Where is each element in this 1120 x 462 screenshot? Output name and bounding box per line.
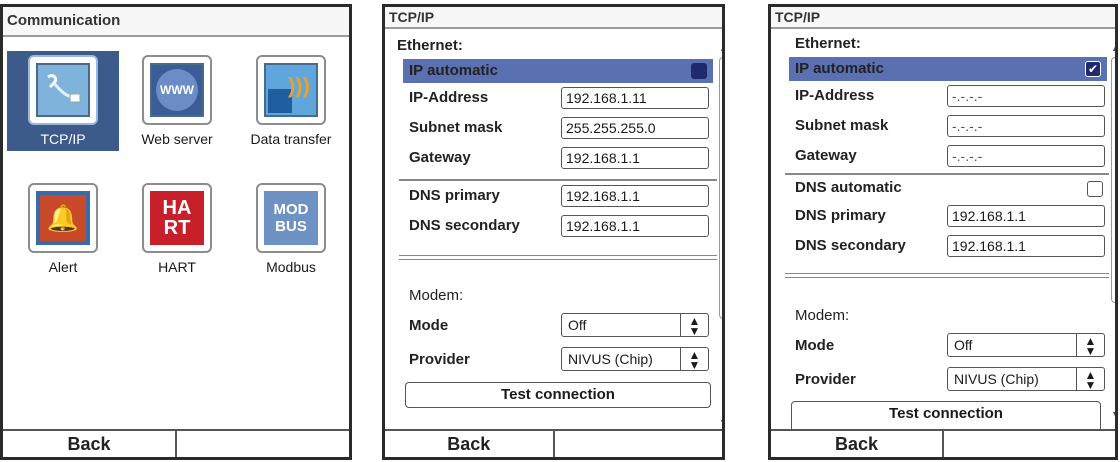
mode-label: Mode (409, 317, 449, 334)
tile-alert[interactable]: 🔔 Alert (7, 183, 119, 275)
dns-automatic-label: DNS automatic (795, 179, 902, 196)
tcpip-screen-automatic: TCP/IP Ethernet: IP automatic ✔ IP-Addre… (768, 4, 1118, 460)
provider-label: Provider (409, 351, 470, 368)
scroll-up-icon[interactable]: ▲ (1111, 43, 1115, 53)
screen-title: TCP/IP (771, 7, 1115, 29)
scrollbar[interactable] (719, 57, 722, 319)
divider (399, 255, 717, 260)
dns-secondary-label: DNS secondary (795, 237, 906, 254)
divider (399, 179, 717, 181)
footer-right-button[interactable] (175, 431, 349, 457)
gateway-field[interactable]: -.-.-.- (947, 145, 1105, 167)
dns-primary-label: DNS primary (409, 187, 500, 204)
gateway-label: Gateway (795, 147, 857, 164)
tile-modbus[interactable]: MOD BUS Modbus (235, 183, 347, 275)
dns-primary-field[interactable]: 192.168.1.1 (561, 185, 709, 207)
dns-secondary-field[interactable]: 192.168.1.1 (561, 215, 709, 237)
screen-title: Communication (3, 7, 349, 37)
ip-address-field[interactable]: -.-.-.- (947, 85, 1105, 107)
ip-address-field[interactable]: 192.168.1.11 (561, 87, 709, 109)
divider (785, 273, 1109, 278)
scroll-up-icon[interactable]: ▲ (719, 43, 722, 53)
dns-secondary-label: DNS secondary (409, 217, 520, 234)
tile-label: Data transfer (250, 131, 332, 147)
tile-tcpip[interactable]: TCP/IP (7, 51, 119, 151)
tile-label: Modbus (266, 259, 316, 275)
dns-primary-label: DNS primary (795, 207, 886, 224)
provider-select[interactable]: NIVUS (Chip) ▲ ▼ (947, 367, 1105, 391)
tile-web-server[interactable]: WWW Web server (121, 55, 233, 147)
gateway-field[interactable]: 192.168.1.1 (561, 147, 709, 169)
subnet-mask-field[interactable]: -.-.-.- (947, 115, 1105, 137)
ip-automatic-label: IP automatic (409, 62, 498, 79)
ip-automatic-label: IP automatic (795, 60, 884, 77)
scroll-down-icon[interactable]: ▼ (1111, 409, 1115, 419)
test-connection-button[interactable]: Test connection (405, 382, 711, 408)
provider-label: Provider (795, 371, 856, 388)
footer-right-button[interactable] (942, 431, 1115, 457)
modbus-logo-icon: MOD BUS (264, 191, 318, 245)
updown-arrow-icon: ▲ ▼ (680, 314, 708, 337)
tile-label: TCP/IP (40, 131, 86, 147)
scroll-down-icon[interactable]: ▼ (719, 417, 722, 427)
back-button[interactable]: Back (771, 431, 942, 457)
updown-arrow-icon: ▲ ▼ (1076, 368, 1104, 391)
footer-right-button[interactable] (552, 431, 723, 457)
subnet-mask-label: Subnet mask (409, 119, 503, 136)
gateway-label: Gateway (409, 149, 471, 166)
alert-bell-icon: 🔔 (36, 191, 90, 245)
screen-title: TCP/IP (385, 7, 722, 29)
ip-automatic-checkbox[interactable] (691, 63, 707, 79)
section-modem: Modem: (409, 287, 464, 304)
dns-automatic-checkbox[interactable] (1087, 181, 1103, 197)
ip-address-label: IP-Address (795, 87, 875, 104)
tile-label: Alert (48, 259, 78, 275)
mode-select[interactable]: Off ▲ ▼ (947, 333, 1105, 357)
network-cable-icon (36, 63, 90, 117)
dns-secondary-field[interactable]: 192.168.1.1 (947, 235, 1105, 257)
tile-hart[interactable]: HA RT HART (121, 183, 233, 275)
footer-bar: Back (771, 429, 1115, 457)
mode-select[interactable]: Off ▲ ▼ (561, 313, 709, 337)
mode-label: Mode (795, 337, 835, 354)
subnet-mask-field[interactable]: 255.255.255.0 (561, 117, 709, 139)
divider (785, 173, 1109, 175)
scrollbar[interactable] (1111, 57, 1115, 303)
ip-address-label: IP-Address (409, 89, 489, 106)
back-button[interactable]: Back (385, 431, 553, 457)
communication-screen: Communication TCP/IP WWW Web server ))) … (0, 4, 352, 460)
hart-logo-icon: HA RT (150, 191, 204, 245)
updown-arrow-icon: ▲ ▼ (680, 348, 708, 371)
tcpip-screen-manual: TCP/IP Ethernet: IP automatic IP-Address… (382, 4, 725, 460)
section-modem: Modem: (795, 307, 850, 324)
ip-automatic-checkbox[interactable]: ✔ (1085, 61, 1101, 77)
tile-label: HART (158, 259, 196, 275)
footer-bar: Back (385, 429, 722, 457)
section-ethernet: Ethernet: (795, 35, 861, 52)
subnet-mask-label: Subnet mask (795, 117, 889, 134)
back-button[interactable]: Back (3, 431, 175, 457)
footer-bar: Back (3, 429, 349, 457)
section-ethernet: Ethernet: (397, 37, 463, 54)
data-transfer-icon: ))) (264, 63, 318, 117)
www-globe-icon: WWW (150, 63, 204, 117)
updown-arrow-icon: ▲ ▼ (1076, 334, 1104, 357)
provider-select[interactable]: NIVUS (Chip) ▲ ▼ (561, 347, 709, 371)
tile-label: Web server (141, 131, 213, 147)
dns-primary-field[interactable]: 192.168.1.1 (947, 205, 1105, 227)
tile-data-transfer[interactable]: ))) Data transfer (235, 55, 347, 147)
